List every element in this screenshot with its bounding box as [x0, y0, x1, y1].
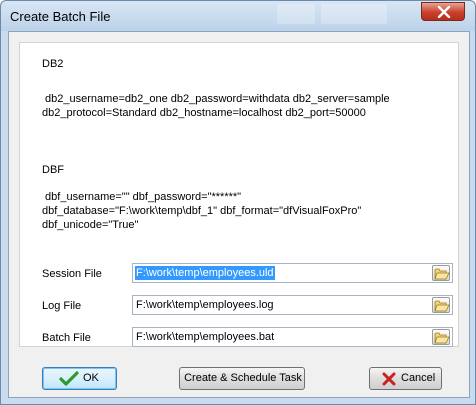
dialog-window: Create Batch File DB2 db2_username=db2_o… — [0, 0, 476, 405]
dbf-heading: DBF — [42, 164, 64, 176]
log-file-browse-button[interactable] — [432, 297, 450, 313]
dialog-client-area: DB2 db2_username=db2_one db2_password=wi… — [8, 31, 470, 398]
db2-heading: DB2 — [42, 58, 64, 70]
title-bar-reflection — [277, 4, 315, 24]
batch-file-label: Batch File — [42, 332, 91, 344]
session-file-label: Session File — [42, 268, 102, 280]
ok-button[interactable]: OK — [42, 367, 117, 390]
batch-file-value: F:\work\temp\employees.bat — [136, 331, 275, 343]
session-file-browse-button[interactable] — [432, 265, 450, 281]
checkmark-icon — [59, 371, 79, 386]
session-file-field[interactable]: F:\work\temp\employees.uld — [132, 263, 453, 283]
window-title: Create Batch File — [10, 9, 111, 24]
connection-info-panel: DB2 db2_username=db2_one db2_password=wi… — [19, 42, 459, 347]
dbf-params-line-2: dbf_database="F:\work\temp\dbf_1" dbf_fo… — [42, 205, 362, 217]
folder-open-icon — [434, 332, 450, 344]
cancel-button[interactable]: Cancel — [369, 367, 442, 390]
folder-open-icon — [434, 268, 450, 280]
ok-button-label: OK — [83, 372, 99, 384]
session-file-value: F:\work\temp\employees.uld — [135, 266, 275, 280]
dbf-params-line-3: dbf_unicode="True" — [42, 219, 139, 231]
close-button[interactable] — [421, 2, 465, 21]
dbf-params-line-1: dbf_username="" dbf_password="******" — [42, 191, 242, 203]
batch-file-field[interactable]: F:\work\temp\employees.bat — [132, 327, 453, 347]
x-icon — [382, 372, 396, 386]
close-icon — [437, 6, 451, 18]
log-file-field[interactable]: F:\work\temp\employees.log — [132, 295, 453, 315]
title-bar[interactable]: Create Batch File — [1, 1, 475, 31]
create-schedule-task-label: Create & Schedule Task — [184, 372, 302, 384]
db2-params-line-2: db2_protocol=Standard db2_hostname=local… — [42, 107, 366, 119]
db2-params-line-1: db2_username=db2_one db2_password=withda… — [42, 93, 390, 105]
folder-open-icon — [434, 300, 450, 312]
cancel-button-label: Cancel — [401, 372, 436, 384]
log-file-value: F:\work\temp\employees.log — [136, 299, 274, 311]
log-file-label: Log File — [42, 300, 82, 312]
create-schedule-task-button[interactable]: Create & Schedule Task — [179, 367, 305, 390]
batch-file-browse-button[interactable] — [432, 329, 450, 345]
title-bar-reflection — [321, 4, 387, 24]
